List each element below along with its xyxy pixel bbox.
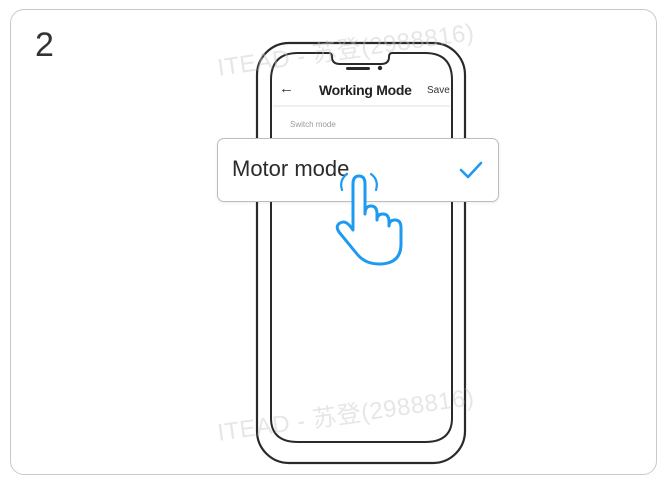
save-button[interactable]: Save	[427, 85, 450, 96]
header-title: Working Mode	[319, 82, 412, 98]
hand-pointer-icon	[335, 172, 403, 266]
arrow-left-icon[interactable]: ←	[279, 81, 294, 96]
instruction-card: 2 ← Working Mode Save Switch mode Motor …	[10, 9, 657, 475]
section-label: Switch mode	[290, 120, 336, 129]
checkmark-icon	[459, 161, 483, 179]
phone-header: ← Working Mode Save	[279, 77, 459, 107]
